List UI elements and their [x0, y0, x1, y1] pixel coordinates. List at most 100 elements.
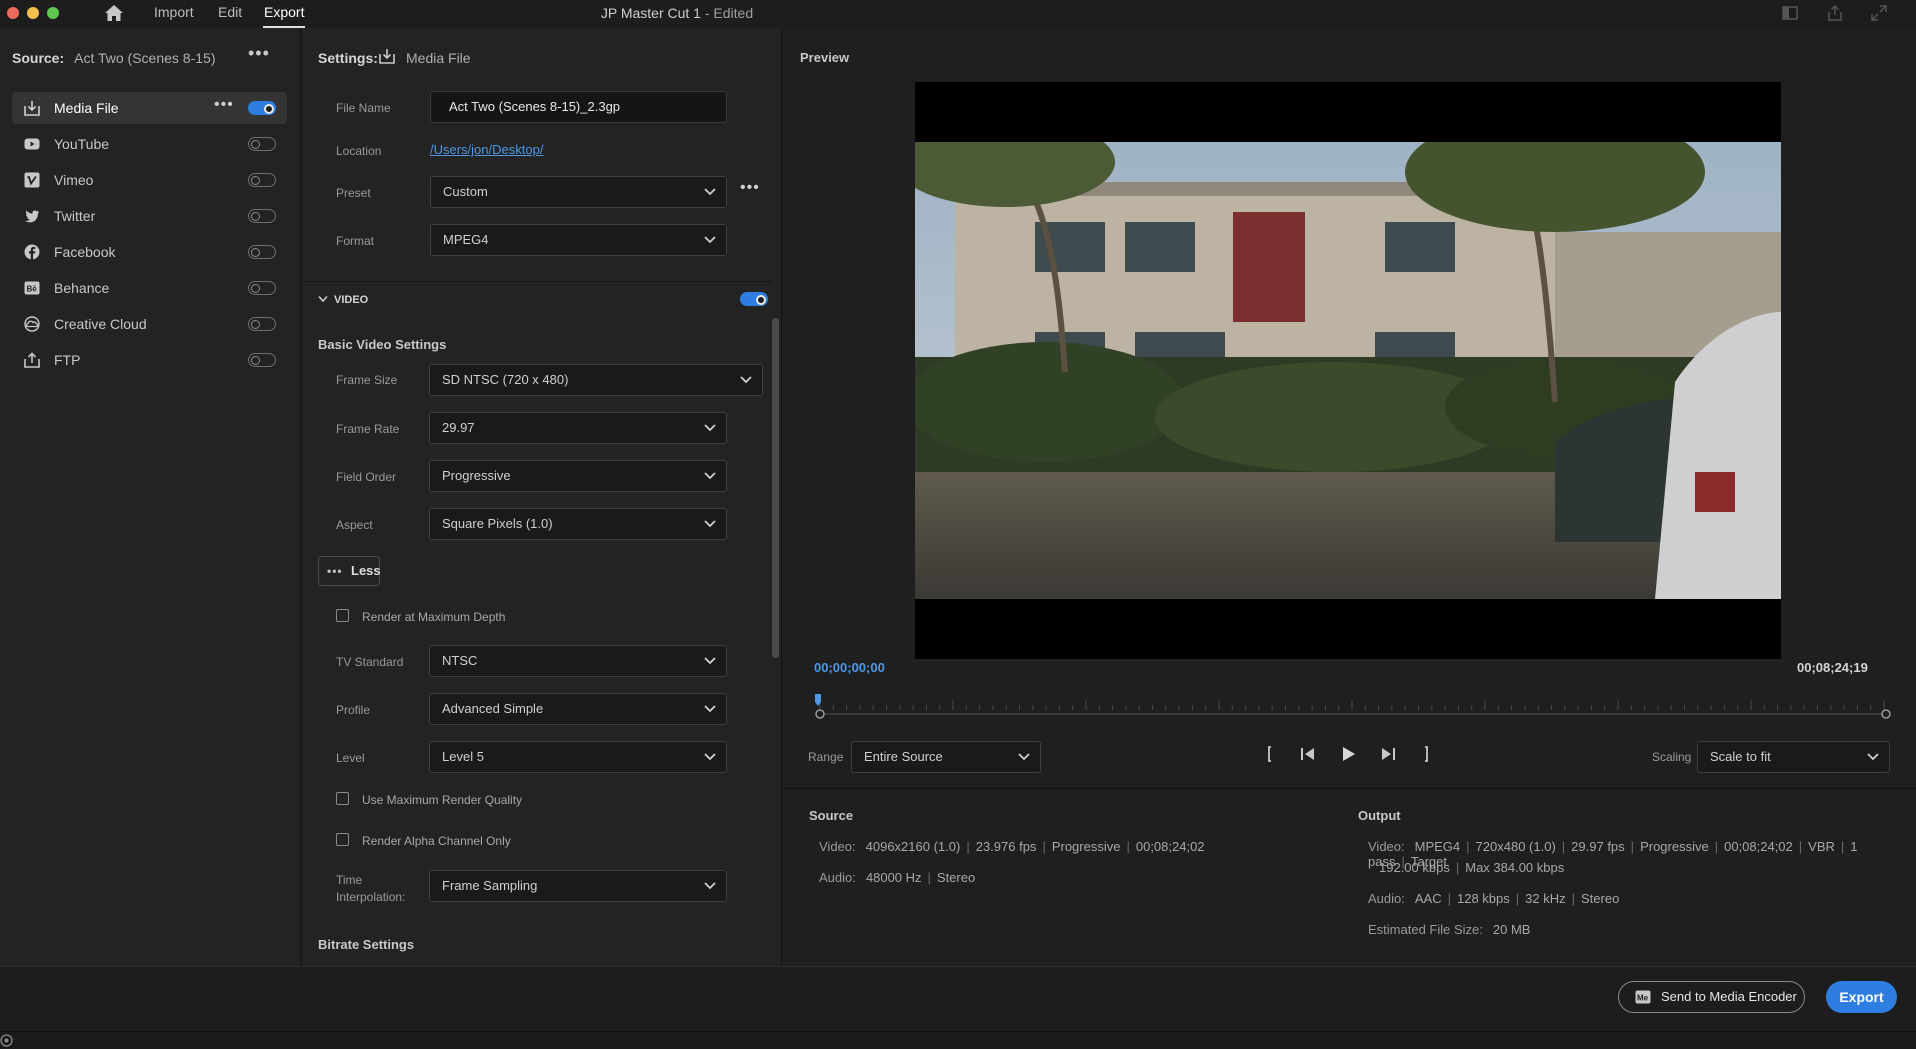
preset-label: Preset — [336, 186, 371, 200]
chevron-down-icon — [704, 520, 716, 528]
frame-rate-dropdown[interactable]: 29.97 — [429, 412, 727, 444]
chevron-down-icon — [704, 424, 716, 432]
aspect-dropdown[interactable]: Square Pixels (1.0) — [429, 508, 727, 540]
in-point-handle[interactable] — [815, 709, 825, 719]
vimeo-toggle[interactable] — [248, 173, 276, 187]
field-order-dropdown[interactable]: Progressive — [429, 460, 727, 492]
step-forward-icon[interactable] — [1378, 744, 1398, 764]
play-icon[interactable] — [1338, 744, 1358, 764]
twitter-toggle[interactable] — [248, 209, 276, 223]
level-label: Level — [336, 751, 365, 765]
more-options-icon[interactable]: ••• — [214, 96, 234, 114]
youtube-toggle[interactable] — [248, 137, 276, 151]
window-title: JP Master Cut 1 - Edited — [600, 5, 754, 21]
destination-creative-cloud[interactable]: Creative Cloud — [12, 308, 287, 340]
ftp-toggle[interactable] — [248, 353, 276, 367]
max-render-quality-checkbox[interactable] — [336, 792, 349, 805]
less-button[interactable]: ••• Less — [318, 556, 381, 586]
output-audio-info: Audio: AAC | 128 kbps | 32 kHz | Stereo — [1368, 891, 1620, 906]
mark-in-icon[interactable] — [1260, 744, 1280, 764]
tv-standard-dropdown[interactable]: NTSC — [429, 645, 727, 677]
facebook-toggle[interactable] — [248, 245, 276, 259]
behance-toggle[interactable] — [248, 281, 276, 295]
location-link[interactable]: /Users/jon/Desktop/ — [430, 142, 543, 157]
timeline-scrubber[interactable] — [814, 690, 1892, 720]
source-info-heading: Source — [809, 808, 854, 823]
export-button[interactable]: Export — [1826, 981, 1897, 1013]
profile-dropdown[interactable]: Advanced Simple — [429, 693, 727, 725]
destination-twitter[interactable]: Twitter — [12, 200, 287, 232]
destination-youtube[interactable]: YouTube — [12, 128, 287, 160]
scaling-dropdown[interactable]: Scale to fit — [1697, 741, 1890, 773]
time-interpolation-label-1: Time — [336, 873, 363, 887]
send-to-media-encoder-button[interactable]: Me Send to Media Encoder — [1618, 981, 1805, 1013]
video-section-title[interactable]: VIDEO — [334, 294, 368, 306]
render-max-depth-checkbox[interactable] — [336, 609, 349, 622]
facebook-icon — [24, 244, 40, 260]
time-interpolation-dropdown[interactable]: Frame Sampling — [429, 870, 727, 902]
settings-label: Settings: — [318, 50, 378, 66]
media-file-toggle[interactable] — [248, 101, 276, 115]
source-video-info: Video: 4096x2160 (1.0) | 23.976 fps | Progres… — [819, 839, 1205, 854]
max-render-quality-label: Use Maximum Render Quality — [362, 793, 523, 807]
render-max-depth-label: Render at Maximum Depth — [362, 610, 506, 624]
destination-behance[interactable]: Bē Behance — [12, 272, 287, 304]
creative-cloud-toggle[interactable] — [248, 317, 276, 331]
timeline-ruler — [819, 700, 1885, 710]
svg-text:Me: Me — [1637, 994, 1649, 1003]
step-back-icon[interactable] — [1298, 744, 1318, 764]
range-dropdown[interactable]: Entire Source — [851, 741, 1041, 773]
media-encoder-icon: Me — [1635, 990, 1651, 1004]
fullscreen-icon[interactable] — [1869, 3, 1889, 23]
video-frame-image — [915, 142, 1781, 599]
field-order-value: Progressive — [442, 468, 511, 483]
format-dropdown[interactable]: MPEG4 — [430, 224, 727, 256]
source-value: Act Two (Scenes 8-15) — [74, 50, 216, 66]
preset-dropdown[interactable]: Custom — [430, 176, 727, 208]
destination-label: Vimeo — [54, 172, 94, 188]
destination-ftp[interactable]: FTP — [12, 344, 287, 376]
scaling-value: Scale to fit — [1710, 749, 1771, 764]
settings-target: Media File — [406, 50, 471, 66]
source-more-options-icon[interactable]: ••• — [248, 44, 269, 66]
range-value: Entire Source — [864, 749, 943, 764]
chevron-down-icon — [740, 376, 752, 384]
workspace-layout-icon[interactable] — [1780, 3, 1800, 23]
basic-video-settings-heading: Basic Video Settings — [318, 337, 447, 352]
estimated-file-size: Estimated File Size: 20 MB — [1368, 922, 1531, 937]
more-dots-icon: ••• — [327, 564, 343, 578]
frame-size-label: Frame Size — [336, 373, 398, 387]
level-dropdown[interactable]: Level 5 — [429, 741, 727, 773]
source-audio-info: Audio: 48000 Hz | Stereo — [819, 870, 976, 885]
share-icon[interactable] — [1825, 3, 1845, 23]
chevron-down-icon — [704, 882, 716, 890]
bitrate-settings-heading: Bitrate Settings — [318, 937, 415, 952]
preview-title: Preview — [800, 50, 850, 65]
destination-media-file[interactable]: Media File ••• — [12, 92, 287, 124]
destination-label: Facebook — [54, 244, 116, 260]
preview-panel: Preview 00;00;00;00 00;08;24;19 Range En… — [783, 28, 1916, 966]
output-video-bitrate: 192.00 kbps | Max 384.00 kbps — [1379, 860, 1565, 875]
video-section-toggle[interactable] — [740, 292, 768, 306]
chevron-down-icon — [704, 236, 716, 244]
behance-icon: Bē — [24, 281, 40, 295]
file-name-input[interactable]: Act Two (Scenes 8-15)_2.3gp — [430, 91, 727, 123]
destination-vimeo[interactable]: Vimeo — [12, 164, 287, 196]
svg-text:Bē: Bē — [27, 285, 38, 294]
chevron-down-icon — [704, 705, 716, 713]
frame-size-dropdown[interactable]: SD NTSC (720 x 480) — [429, 364, 763, 396]
out-point-handle[interactable] — [1881, 709, 1891, 719]
file-name-label: File Name — [336, 101, 391, 115]
destination-label: FTP — [54, 352, 81, 368]
twitter-icon — [25, 210, 39, 223]
less-label: Less — [351, 563, 381, 578]
collapse-chevron-icon[interactable] — [318, 295, 328, 303]
destination-facebook[interactable]: Facebook — [12, 236, 287, 268]
chevron-down-icon — [704, 188, 716, 196]
render-alpha-checkbox[interactable] — [336, 833, 349, 846]
mark-out-icon[interactable] — [1416, 744, 1436, 764]
preset-more-options-icon[interactable]: ••• — [740, 179, 760, 197]
chevron-down-icon — [704, 657, 716, 665]
output-info-heading: Output — [1358, 808, 1401, 823]
settings-scrollbar[interactable] — [772, 318, 779, 658]
